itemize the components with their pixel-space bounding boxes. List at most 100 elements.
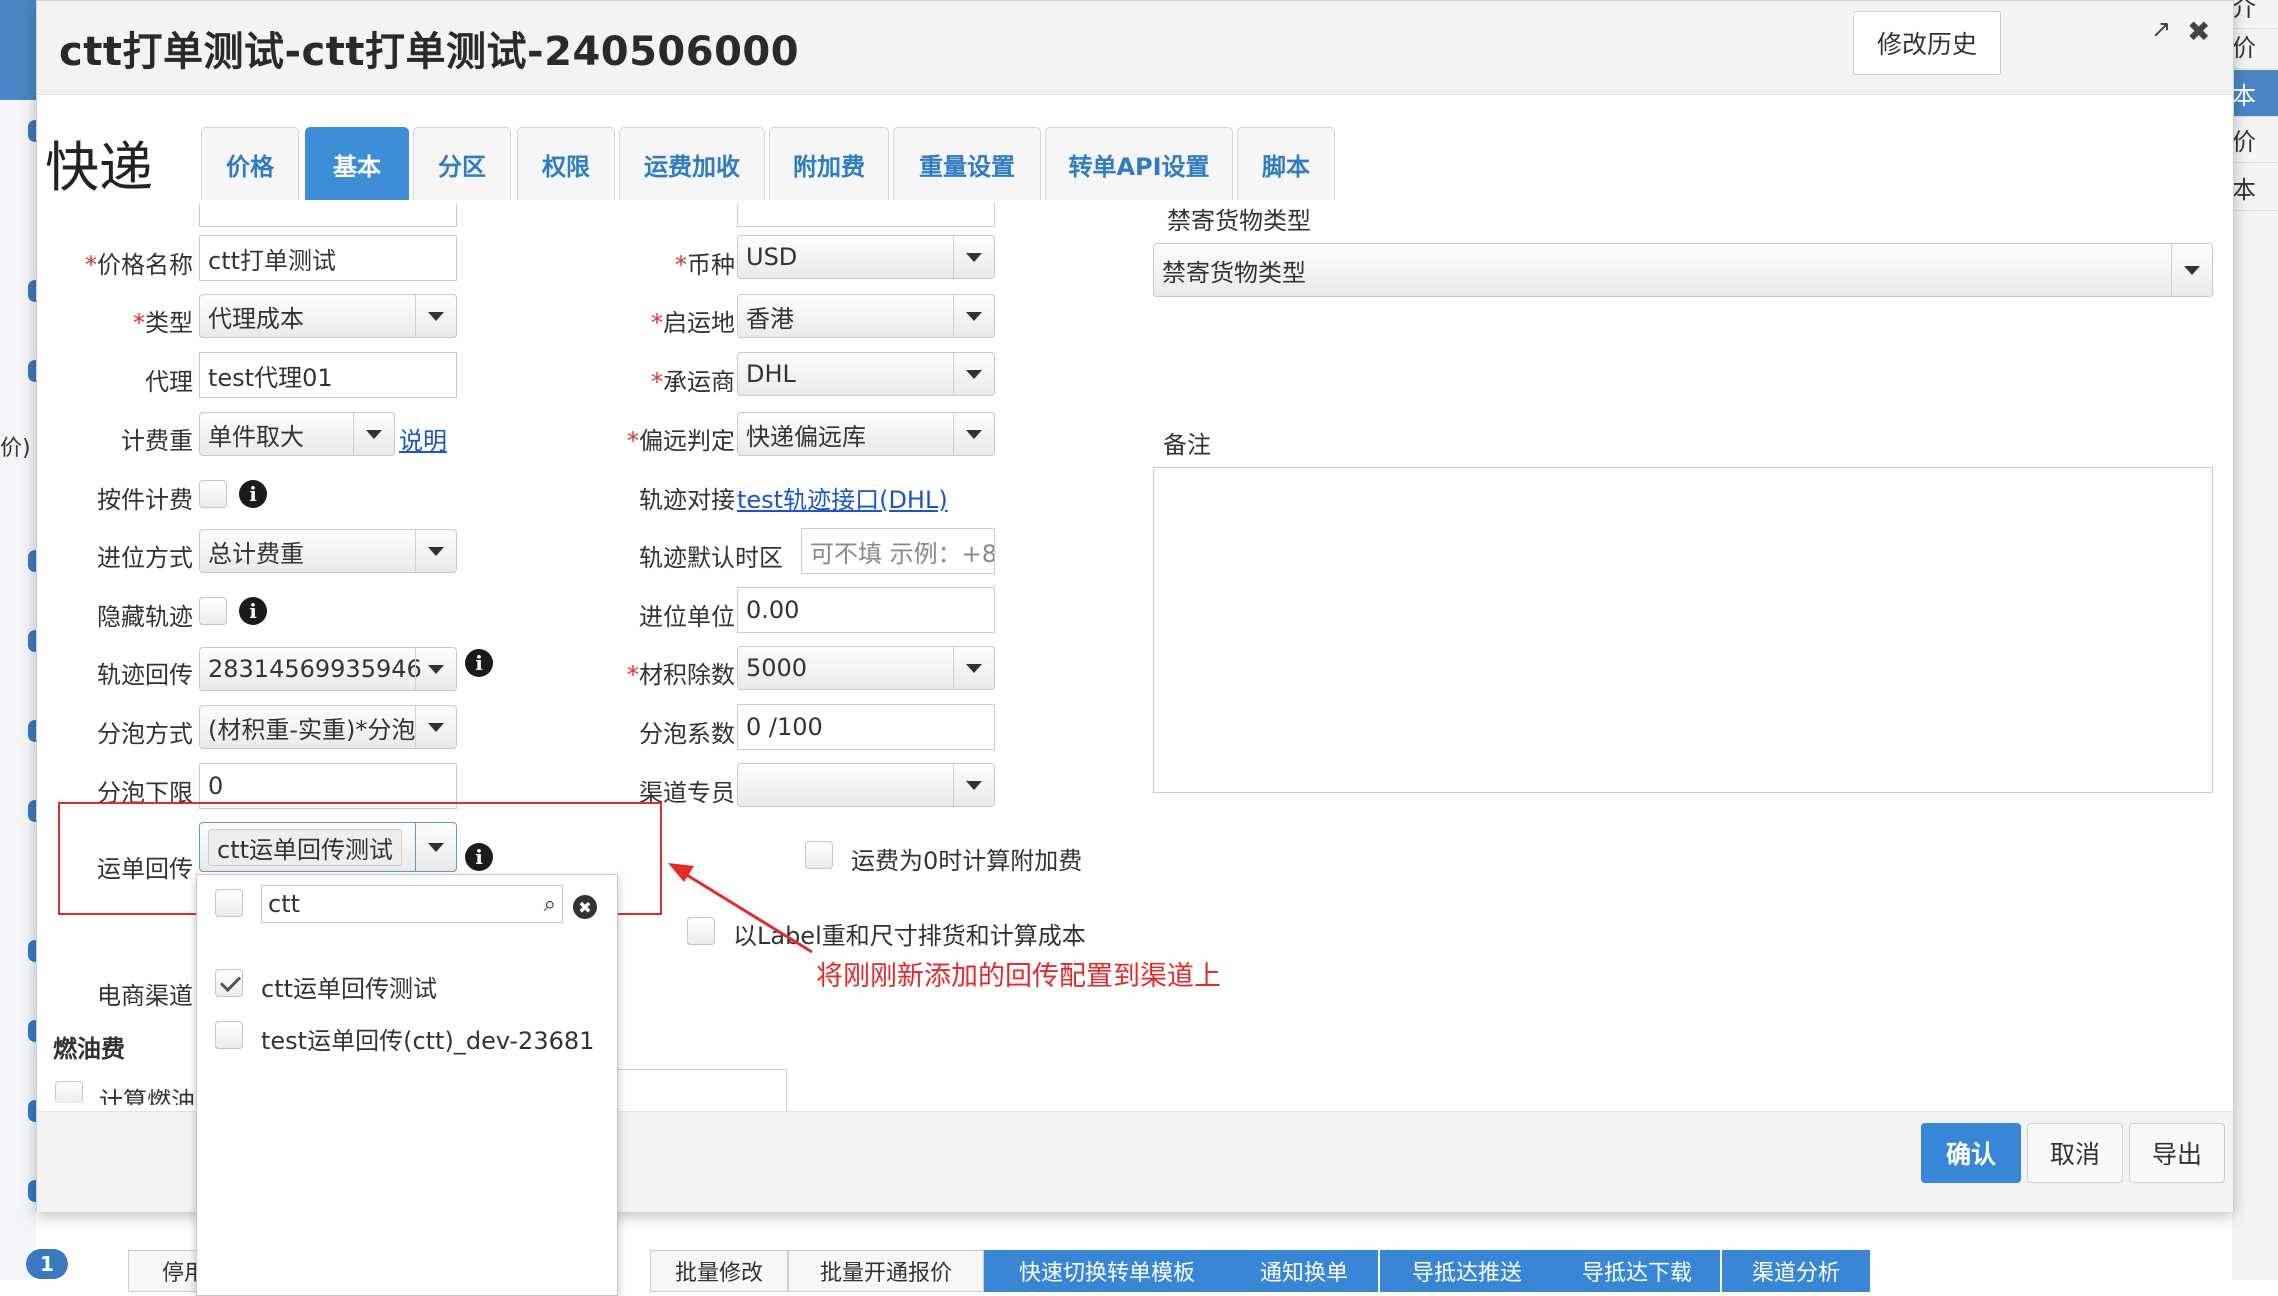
annotation-text: 将刚刚新添加的回传配置到渠道上 bbox=[816, 961, 1221, 992]
split-ratio-input[interactable]: 0 /100 bbox=[737, 704, 995, 750]
background-channel-analysis-button[interactable]: 渠道分析 bbox=[1722, 1250, 1870, 1292]
tab-freight-surcharge[interactable]: 运费加收 bbox=[619, 127, 765, 200]
background-arrival-push-button[interactable]: 导抵达推送 bbox=[1380, 1250, 1554, 1292]
option-checkbox-checked[interactable] bbox=[215, 969, 243, 997]
tab-zone[interactable]: 分区 bbox=[413, 127, 511, 200]
tab-additional-fee[interactable]: 附加费 bbox=[769, 127, 889, 200]
type-select[interactable]: 代理成本 bbox=[199, 294, 457, 338]
fuel-field-partial[interactable] bbox=[597, 1069, 787, 1111]
page-badge[interactable]: 1 bbox=[26, 1249, 68, 1279]
carrier-select[interactable]: DHL bbox=[737, 352, 995, 396]
hide-track-label: 隐藏轨迹 bbox=[97, 603, 193, 631]
split-method-label: 分泡方式 bbox=[97, 720, 193, 748]
modify-history-button[interactable]: 修改历史 bbox=[1853, 11, 2001, 75]
search-icon: ⌕ bbox=[543, 891, 556, 917]
chevron-down-icon bbox=[366, 429, 382, 439]
hide-track-checkbox[interactable] bbox=[199, 597, 227, 625]
carrier-label: *承运商 bbox=[651, 368, 735, 396]
popout-icon[interactable]: ↗ bbox=[2151, 15, 2171, 43]
tab-transfer-api[interactable]: 转单API设置 bbox=[1045, 127, 1233, 200]
calc-fuel-label: 计算燃油 bbox=[99, 1087, 195, 1105]
scrolled-field-edge bbox=[737, 203, 995, 227]
track-timezone-input[interactable]: 可不填 示例：+8,-8 bbox=[801, 528, 995, 574]
option-checkbox[interactable] bbox=[215, 1021, 243, 1049]
currency-select[interactable]: USD bbox=[737, 235, 995, 279]
tab-permission[interactable]: 权限 bbox=[517, 127, 615, 200]
track-timezone-label: 轨迹默认时区 bbox=[639, 544, 783, 572]
track-api-label: 轨迹对接 bbox=[639, 486, 735, 514]
origin-select[interactable]: 香港 bbox=[737, 294, 995, 338]
chevron-down-icon bbox=[2184, 265, 2200, 275]
rounding-method-select[interactable]: 总计费重 bbox=[199, 529, 457, 573]
agent-label: 代理 bbox=[145, 368, 193, 396]
select-all-checkbox[interactable] bbox=[215, 889, 243, 917]
rounding-method-label: 进位方式 bbox=[97, 544, 193, 572]
prohibited-goods-select[interactable]: 禁寄货物类型 bbox=[1153, 243, 2213, 297]
rounding-unit-input[interactable]: 0.00 bbox=[737, 587, 995, 633]
agent-input[interactable]: test代理01 bbox=[199, 352, 457, 398]
rounding-unit-label: 进位单位 bbox=[639, 603, 735, 631]
volume-divisor-label: *材积除数 bbox=[627, 661, 735, 689]
calc-fuel-checkbox[interactable] bbox=[55, 1081, 83, 1103]
currency-label: *币种 bbox=[675, 251, 735, 279]
background-left-selected bbox=[0, 0, 36, 100]
track-callback-select[interactable]: 28314569935946 bbox=[199, 647, 457, 691]
split-method-select[interactable]: (材积重-实重)*分泡 bbox=[199, 705, 457, 749]
chevron-down-icon bbox=[428, 546, 444, 556]
remarks-label: 备注 bbox=[1163, 431, 1211, 459]
track-callback-label: 轨迹回传 bbox=[97, 661, 193, 689]
volume-divisor-select[interactable]: 5000 bbox=[737, 646, 995, 690]
per-piece-checkbox[interactable] bbox=[199, 480, 227, 508]
dialog-title: ctt打单测试-ctt打单测试-240506000 bbox=[59, 29, 800, 75]
label-weight-calc-label: 以Label重和尺寸排货和计算成本 bbox=[733, 922, 1086, 950]
confirm-button[interactable]: 确认 bbox=[1921, 1123, 2021, 1183]
zero-freight-surcharge-checkbox[interactable] bbox=[805, 841, 833, 869]
dropdown-option[interactable]: test运单回传(ctt)_dev-23681 bbox=[261, 1021, 594, 1056]
background-right-cell: 价 bbox=[2232, 116, 2278, 163]
info-icon[interactable]: i bbox=[239, 480, 267, 508]
remote-check-select[interactable]: 快递偏远库 bbox=[737, 412, 995, 456]
billing-weight-select[interactable]: 单件取大 bbox=[199, 412, 395, 456]
remote-check-label: *偏远判定 bbox=[627, 427, 735, 455]
export-button[interactable]: 导出 bbox=[2129, 1123, 2225, 1183]
cancel-button[interactable]: 取消 bbox=[2027, 1123, 2123, 1183]
dialog-header: ctt打单测试-ctt打单测试-240506000 修改历史 ↗ ✖ bbox=[37, 1, 2233, 95]
price-name-label: *价格名称 bbox=[85, 251, 193, 279]
remarks-textarea[interactable] bbox=[1153, 467, 2213, 793]
brand-logo-text: 快递 bbox=[45, 136, 153, 199]
chevron-down-icon bbox=[966, 311, 982, 321]
chevron-down-icon bbox=[428, 664, 444, 674]
billing-weight-help-link[interactable]: 说明 bbox=[399, 421, 447, 456]
ecommerce-channel-label: 电商渠道 bbox=[97, 982, 193, 1010]
waybill-callback-dropdown: ctt ⌕ ✖ ctt运单回传测试 test运单回传(ctt)_dev-2368… bbox=[196, 874, 618, 1296]
dropdown-option[interactable]: ctt运单回传测试 bbox=[261, 969, 437, 1004]
tab-price[interactable]: 价格 bbox=[201, 127, 299, 200]
background-notify-button[interactable]: 通知换单 bbox=[1230, 1250, 1378, 1292]
info-icon[interactable]: i bbox=[465, 649, 493, 677]
chevron-down-icon bbox=[428, 722, 444, 732]
chevron-down-icon bbox=[428, 311, 444, 321]
background-right-cell: 本 bbox=[2232, 70, 2278, 117]
type-label: *类型 bbox=[133, 309, 193, 337]
background-arrival-download-button[interactable]: 导抵达下载 bbox=[1554, 1250, 1720, 1292]
background-left-text: 价) bbox=[0, 436, 31, 461]
tab-script[interactable]: 脚本 bbox=[1237, 127, 1335, 200]
prohibited-goods-label: 禁寄货物类型 bbox=[1167, 207, 1311, 231]
billing-weight-label: 计费重 bbox=[121, 427, 193, 455]
clear-search-icon[interactable]: ✖ bbox=[573, 895, 597, 919]
chevron-down-icon bbox=[966, 780, 982, 790]
info-icon[interactable]: i bbox=[239, 597, 267, 625]
background-switch-template-button[interactable]: 快速切换转单模板 bbox=[984, 1250, 1230, 1292]
track-api-link[interactable]: test轨迹接口(DHL) bbox=[737, 480, 948, 515]
chevron-down-icon bbox=[966, 369, 982, 379]
background-right-cell: 价 bbox=[2232, 22, 2278, 69]
tab-basic[interactable]: 基本 bbox=[305, 127, 409, 200]
label-weight-calc-checkbox[interactable] bbox=[687, 917, 715, 945]
dropdown-search-input[interactable]: ctt ⌕ bbox=[261, 885, 563, 923]
background-batch-edit-button[interactable]: 批量修改 bbox=[650, 1250, 788, 1292]
background-batch-open-quote-button[interactable]: 批量开通报价 bbox=[788, 1250, 984, 1292]
close-icon[interactable]: ✖ bbox=[2187, 15, 2210, 48]
tab-weight-settings[interactable]: 重量设置 bbox=[893, 127, 1041, 200]
price-name-input[interactable]: ctt打单测试 bbox=[199, 235, 457, 281]
channel-staff-select[interactable] bbox=[737, 763, 995, 807]
